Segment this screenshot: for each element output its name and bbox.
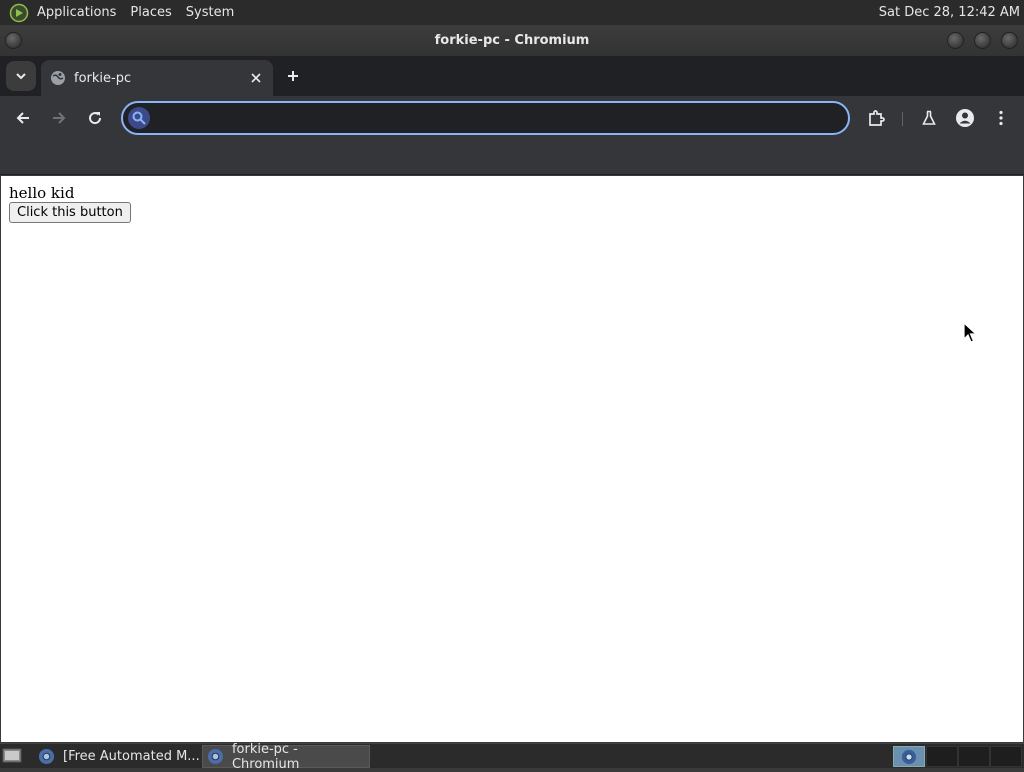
click-this-button[interactable]: Click this button [9,202,131,223]
chromium-icon [901,749,917,764]
kebab-menu-icon [999,110,1003,126]
forward-button[interactable] [45,104,73,132]
tab-search-button[interactable] [6,61,36,91]
close-window-button[interactable] [1001,32,1018,49]
places-menu[interactable]: Places [123,0,178,25]
task-label: forkie-pc - Chromium [231,741,300,772]
task-label: [Free Automated M... [63,749,200,764]
tab-forkie-pc[interactable]: forkie-pc [41,60,273,96]
extensions-button[interactable] [862,104,890,132]
forward-icon [53,112,66,124]
top-panel: Applications Places System Sat Dec 28, 1… [0,0,1024,25]
profile-icon [956,109,974,127]
workspace-3[interactable] [958,746,990,767]
reload-icon [89,112,102,125]
task-free-automated[interactable]: [Free Automated M... [34,745,200,768]
plus-icon [288,71,298,81]
applications-menu[interactable]: Applications [30,0,123,25]
workspace-4[interactable] [990,746,1022,767]
minimize-button[interactable] [947,32,964,49]
tab-title: forkie-pc [74,70,132,86]
window-menu-button[interactable] [5,32,22,49]
system-menu[interactable]: System [179,0,241,25]
chevron-down-icon [16,73,26,80]
back-button[interactable] [9,104,37,132]
bottom-taskbar: [Free Automated M... forkie-pc - Chromiu… [0,742,1024,772]
chromium-icon [207,748,223,765]
greeting-text: hello kid [9,184,75,202]
profile-button[interactable] [951,104,979,132]
labs-button[interactable] [915,104,943,132]
globe-icon [51,71,65,85]
labs-flask-icon [922,110,936,125]
chromium-icon [38,748,55,765]
reload-button[interactable] [81,104,109,132]
address-bar[interactable] [121,101,850,135]
show-desktop-icon[interactable] [2,747,22,765]
page-content: hello kid Click this button [1,176,1023,742]
address-input[interactable] [157,106,837,130]
clock[interactable]: Sat Dec 28, 12:42 AM [879,0,1020,25]
bookmarks-bar [0,140,1024,175]
browser-toolbar [0,96,1024,140]
close-tab-icon[interactable] [247,69,265,87]
window-titlebar[interactable]: forkie-pc - Chromium [0,25,1024,56]
toolbar-separator [902,112,903,126]
chrome-menu-button[interactable] [987,104,1015,132]
distro-logo-icon[interactable] [8,2,30,24]
maximize-button[interactable] [974,32,991,49]
task-forkie-pc-chromium[interactable]: forkie-pc - Chromium [202,742,370,772]
tab-strip: forkie-pc [0,56,1024,96]
workspace-2[interactable] [926,746,958,767]
search-icon [128,107,150,129]
window-title: forkie-pc - Chromium [434,33,590,48]
back-icon [16,112,29,124]
mouse-cursor-icon [963,322,977,343]
workspace-1[interactable] [893,746,925,767]
extensions-icon [869,110,885,126]
new-tab-button[interactable] [282,65,304,87]
